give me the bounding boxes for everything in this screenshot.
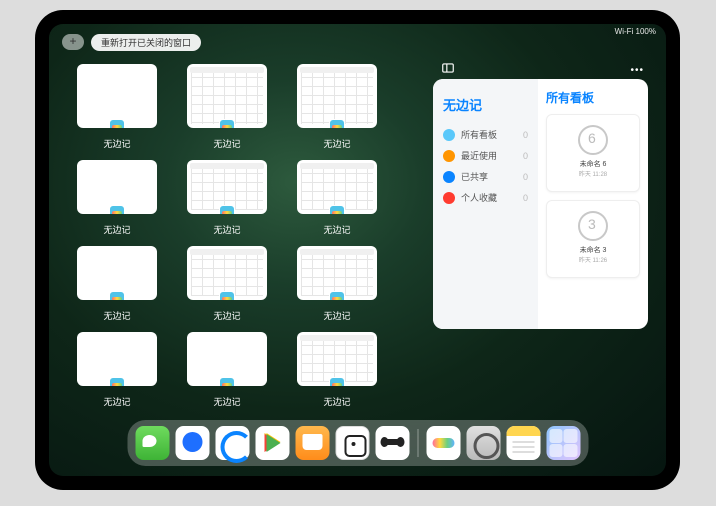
notes-app-icon[interactable] — [506, 426, 540, 460]
board-thumbnail — [578, 125, 608, 155]
sidebar-toggle-icon — [441, 61, 455, 75]
freeform-app-icon — [329, 291, 345, 300]
reopen-closed-window-button[interactable]: 重新打开已关闭的窗口 — [91, 34, 201, 51]
board-item[interactable]: 未命名 3 昨天 11:26 — [546, 200, 640, 278]
dock-separator — [417, 429, 418, 457]
play-store-app-icon[interactable] — [255, 426, 289, 460]
freeform-panel[interactable]: ••• 无边记 所有看板 0 最近使用 0 已共享 0 — [433, 79, 648, 329]
window-tile[interactable]: 无边记 — [297, 64, 377, 150]
new-window-button[interactable]: + — [62, 34, 84, 50]
app-library-icon[interactable] — [546, 426, 580, 460]
shared-icon — [443, 171, 455, 183]
window-tile[interactable]: 无边记 — [187, 160, 267, 236]
more-icon[interactable]: ••• — [630, 65, 644, 76]
freeform-app-icon — [109, 119, 125, 128]
window-tile[interactable]: 无边记 — [77, 246, 157, 322]
category-favorites[interactable]: 个人收藏 0 — [441, 187, 530, 208]
window-tile[interactable]: 无边记 — [187, 64, 267, 150]
freeform-app-icon — [109, 205, 125, 214]
freeform-app-icon — [219, 291, 235, 300]
window-tile[interactable]: 无边记 — [297, 332, 377, 408]
freeform-app-icon — [219, 205, 235, 214]
category-recent[interactable]: 最近使用 0 — [441, 145, 530, 166]
all-boards-icon — [443, 129, 455, 141]
category-shared[interactable]: 已共享 0 — [441, 166, 530, 187]
window-tile[interactable]: 无边记 — [187, 246, 267, 322]
ipad-frame: Wi-Fi 100% + 重新打开已关闭的窗口 无边记 无边记 无边记 无边记 … — [35, 10, 680, 490]
freeform-app-icon — [219, 377, 235, 386]
panel-content: 所有看板 未命名 6 昨天 11:28 未命名 3 昨天 11:26 — [538, 79, 648, 329]
freeform-app-icon — [219, 119, 235, 128]
window-tile[interactable]: 无边记 — [77, 332, 157, 408]
favorites-icon — [443, 192, 455, 204]
category-all-boards[interactable]: 所有看板 0 — [441, 124, 530, 145]
freeform-app-icon — [329, 205, 345, 214]
freeform-app-icon — [109, 377, 125, 386]
window-tile[interactable]: 无边记 — [297, 246, 377, 322]
window-tile[interactable]: 无边记 — [297, 160, 377, 236]
freeform-app-icon — [109, 291, 125, 300]
books-app-icon[interactable] — [295, 426, 329, 460]
window-tile[interactable]: 无边记 — [77, 64, 157, 150]
connect-app-icon[interactable] — [375, 426, 409, 460]
panel-sidebar: 无边记 所有看板 0 最近使用 0 已共享 0 — [433, 79, 538, 329]
settings-app-icon[interactable] — [466, 426, 500, 460]
game-app-icon[interactable] — [335, 426, 369, 460]
freeform-app-icon[interactable] — [426, 426, 460, 460]
recent-icon — [443, 150, 455, 162]
board-item[interactable]: 未命名 6 昨天 11:28 — [546, 114, 640, 192]
browser-app-icon[interactable] — [215, 426, 249, 460]
panel-content-title: 所有看板 — [546, 89, 640, 106]
board-thumbnail — [578, 211, 608, 241]
qq-app-icon[interactable] — [175, 426, 209, 460]
screen: Wi-Fi 100% + 重新打开已关闭的窗口 无边记 无边记 无边记 无边记 … — [49, 24, 666, 476]
window-grid: 无边记 无边记 无边记 无边记 无边记 无边记 无边记 无边记 无边记 无边记 … — [77, 64, 427, 418]
window-tile[interactable]: 无边记 — [187, 332, 267, 408]
freeform-app-icon — [329, 119, 345, 128]
panel-sidebar-title: 无边记 — [443, 95, 530, 114]
wechat-app-icon[interactable] — [135, 426, 169, 460]
status-bar: Wi-Fi 100% — [615, 27, 656, 36]
window-tile[interactable]: 无边记 — [77, 160, 157, 236]
freeform-app-icon — [329, 377, 345, 386]
dock — [127, 420, 588, 466]
